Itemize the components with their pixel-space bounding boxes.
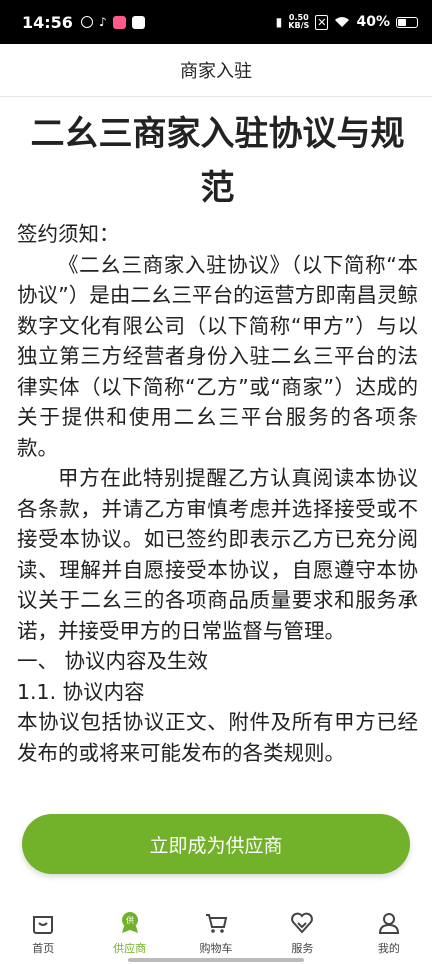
service-heart-icon: [291, 912, 314, 934]
paragraph-intro: 《二幺三商家入驻协议》（以下简称“本协议”）是由二幺三平台的运营方即南昌灵鲸数字…: [17, 252, 418, 460]
tab-label: 服务: [291, 942, 314, 955]
status-time: 14:56: [22, 12, 73, 32]
sim-x-icon: ✕: [315, 14, 329, 30]
status-bar: 14:56 ♪ ▮ 0.50 KB/S ✕ 40%: [0, 0, 432, 44]
tab-cart[interactable]: 购物车: [173, 900, 259, 964]
home-bag-icon: [33, 916, 54, 934]
tab-home[interactable]: 首页: [0, 900, 86, 964]
cart-icon: [206, 914, 228, 933]
battery-icon: [396, 16, 418, 28]
app-badge-icon: [112, 15, 126, 29]
document-title: 二幺三商家入驻协议与规范: [30, 114, 405, 208]
become-supplier-button[interactable]: 立即成为供应商: [22, 814, 410, 874]
wifi-icon: [335, 17, 350, 27]
app-notification-icon: [80, 16, 93, 28]
paragraph-content: 本协议包括协议正文、附件及所有甲方已经发布的或将来可能发布的各类规则。: [17, 710, 418, 765]
section-heading: 一、 协议内容及生效: [17, 649, 209, 673]
tab-service[interactable]: 服务: [259, 900, 345, 964]
page-title: 商家入驻: [180, 61, 252, 82]
tab-label: 首页: [32, 942, 55, 955]
tab-label: 我的: [377, 942, 400, 955]
home-indicator[interactable]: [128, 958, 304, 962]
tab-label: 供应商: [113, 942, 147, 955]
battery-percent: 40%: [356, 14, 390, 30]
svg-text:供: 供: [126, 915, 134, 925]
net-speed: 0.50 KB/S: [288, 14, 309, 30]
paragraph-signing-notice: 签约须知：: [17, 222, 120, 246]
cta-area: 立即成为供应商: [0, 812, 432, 886]
supplier-badge-icon: 供: [121, 912, 138, 933]
tiktok-icon: ♪: [98, 15, 107, 29]
profile-icon: [378, 913, 399, 934]
notification-icons: ♪: [80, 15, 145, 29]
agreement-content[interactable]: 二幺三商家入驻协议与规范 签约须知： 《二幺三商家入驻协议》（以下简称“本协议”…: [0, 97, 432, 811]
bottom-tab-bar: 首页 供 供应商 购物车 服务 我的: [0, 900, 432, 964]
tab-label: 购物车: [199, 942, 233, 955]
subsection-heading: 1.1. 协议内容: [17, 679, 145, 704]
net-speed-unit: KB/S: [288, 21, 310, 30]
tab-profile[interactable]: 我的: [346, 900, 432, 964]
status-right: ▮ 0.50 KB/S ✕ 40%: [276, 14, 418, 30]
tab-supplier[interactable]: 供 供应商: [86, 900, 172, 964]
nav-bar: 商家入驻: [0, 44, 432, 97]
vibrate-icon: ▮: [275, 15, 283, 29]
mail-icon: [131, 15, 145, 29]
paragraph-reminder: 甲方在此特别提醒乙方认真阅读本协议各条款，并请乙方审慎考虑并选择接受或不接受本协…: [17, 466, 418, 643]
